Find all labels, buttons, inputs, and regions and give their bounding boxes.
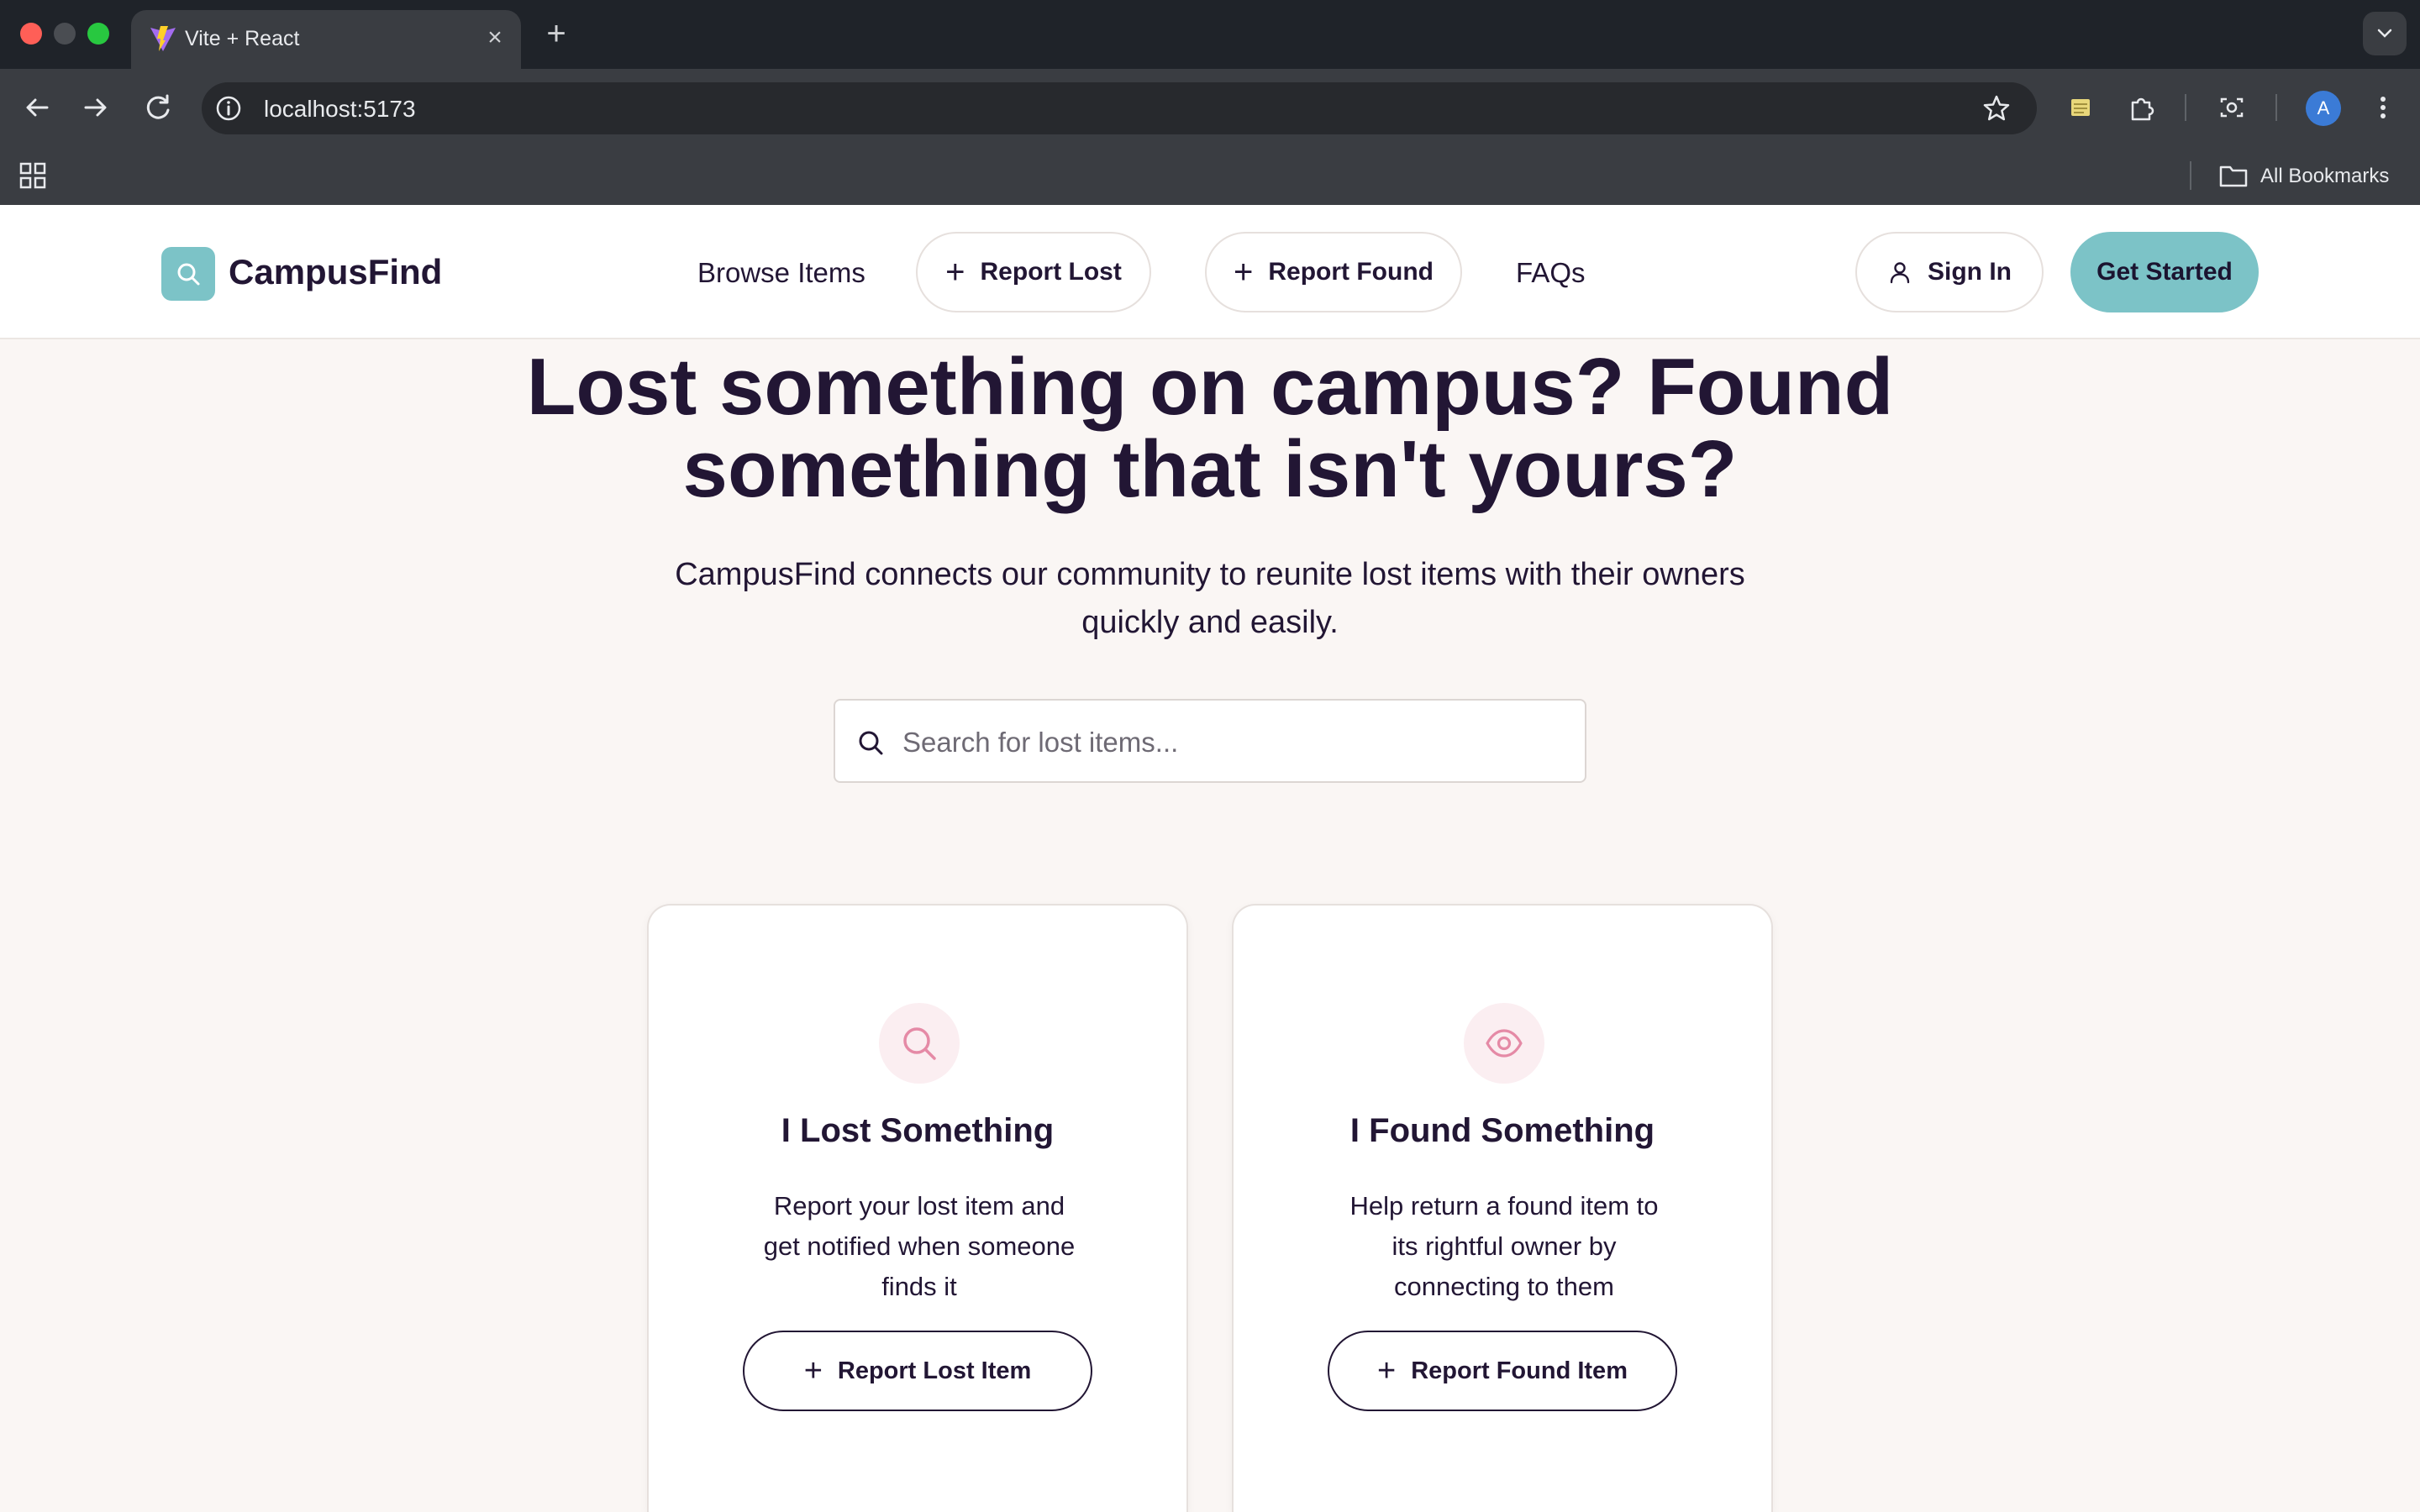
search-box[interactable] [834, 699, 1586, 783]
reload-icon [146, 94, 170, 119]
card-description-line: connecting to them [1394, 1272, 1614, 1301]
report-found-item-button[interactable]: + Report Found Item [1328, 1331, 1677, 1411]
card-icon-background [1464, 1003, 1544, 1084]
report-lost-item-label: Report Lost Item [837, 1357, 1032, 1384]
maximize-window-button[interactable] [87, 23, 109, 45]
card-description-line: finds it [881, 1272, 957, 1301]
card-description: Report your lost item and get notified w… [743, 1186, 1096, 1307]
card-icon-background [879, 1003, 960, 1084]
tab-search-button[interactable] [2363, 12, 2407, 55]
report-lost-item-button[interactable]: + Report Lost Item [743, 1331, 1092, 1411]
close-window-button[interactable] [20, 23, 42, 45]
card-description-line: Help return a found item to [1349, 1191, 1659, 1221]
back-icon [26, 98, 49, 117]
toolbar-divider [2275, 94, 2277, 121]
logo[interactable] [161, 247, 215, 301]
sign-in-button[interactable]: Sign In [1855, 232, 2044, 312]
profile-avatar[interactable]: A [2306, 91, 2341, 126]
nav-report-found-button[interactable]: + Report Found [1205, 232, 1462, 312]
hero-subtitle-line-1: CampusFind connects our community to reu… [675, 557, 1745, 592]
bookmarks-divider [2190, 161, 2191, 190]
browser-toolbar: localhost:5173 A [0, 69, 2420, 146]
card-title: I Lost Something [781, 1112, 1055, 1149]
search-icon [177, 263, 200, 286]
card-description: Help return a found item to its rightful… [1328, 1186, 1681, 1307]
apps-icon[interactable] [18, 161, 47, 190]
plus-icon: + [803, 1353, 823, 1389]
bookmarks-bar: All Bookmarks [0, 146, 2420, 205]
nav-faqs[interactable]: FAQs [1516, 257, 1586, 289]
all-bookmarks-link[interactable]: All Bookmarks [2260, 165, 2389, 188]
hero-title: Lost something on campus? Found somethin… [454, 346, 1966, 511]
more-icon[interactable] [2366, 91, 2400, 124]
minimize-window-button[interactable] [54, 23, 76, 45]
card-description-line: Report your lost item and [773, 1191, 1065, 1221]
card-description-line: get notified when someone [763, 1231, 1076, 1261]
hero-title-line-2: something that isn't yours? [682, 424, 1738, 514]
info-icon[interactable] [213, 93, 244, 123]
nav-report-found-label: Report Found [1268, 258, 1434, 286]
nav-browse-items[interactable]: Browse Items [697, 257, 865, 289]
browser-tab-bar: Vite + React × + [0, 0, 2420, 69]
address-bar[interactable]: localhost:5173 [202, 82, 2037, 134]
extensions-icon[interactable] [2124, 91, 2158, 124]
search-icon [903, 1027, 936, 1060]
hero-title-line-1: Lost something on campus? Found [526, 342, 1894, 432]
card-description-line: its rightful owner by [1392, 1231, 1617, 1261]
app-header: CampusFind Browse Items + Report Lost + … [0, 205, 2420, 339]
eye-icon [1486, 1029, 1523, 1058]
star-icon[interactable] [1981, 93, 2012, 123]
lost-item-card: I Lost Something Report your lost item a… [647, 904, 1188, 1512]
brand-name[interactable]: CampusFind [229, 252, 442, 292]
vite-logo-icon [150, 26, 176, 51]
new-tab-button[interactable]: + [538, 15, 575, 52]
reload-button[interactable] [138, 87, 178, 128]
back-button[interactable] [17, 87, 57, 128]
search-icon [859, 731, 883, 755]
toolbar-divider [2185, 94, 2186, 121]
tab-title: Vite + React [185, 27, 300, 50]
hero-subtitle: CampusFind connects our community to reu… [605, 551, 1815, 647]
forward-icon [84, 98, 107, 117]
found-item-card: I Found Something Help return a found it… [1232, 904, 1773, 1512]
plus-icon: + [1377, 1353, 1397, 1389]
url-text[interactable]: localhost:5173 [264, 96, 416, 123]
sign-in-label: Sign In [1928, 258, 2012, 286]
notes-extension-icon[interactable] [2064, 91, 2097, 124]
tab-close-icon[interactable]: × [481, 24, 509, 52]
report-found-item-label: Report Found Item [1411, 1357, 1628, 1384]
nav-report-lost-button[interactable]: + Report Lost [916, 232, 1151, 312]
nav-report-lost-label: Report Lost [980, 258, 1122, 286]
folder-icon[interactable] [2218, 161, 2249, 190]
browser-tab[interactable]: Vite + React × [131, 10, 521, 69]
get-started-button[interactable]: Get Started [2070, 232, 2259, 312]
plus-icon: + [1234, 254, 1254, 291]
screenshot-icon[interactable] [2215, 91, 2249, 124]
plus-icon: + [945, 254, 965, 291]
chevron-down-icon [2377, 29, 2392, 38]
user-icon [1890, 262, 1910, 284]
forward-button[interactable] [76, 87, 116, 128]
search-input[interactable] [902, 722, 1558, 763]
card-title: I Found Something [1349, 1112, 1655, 1149]
hero-subtitle-line-2: quickly and easily. [1081, 605, 1339, 640]
